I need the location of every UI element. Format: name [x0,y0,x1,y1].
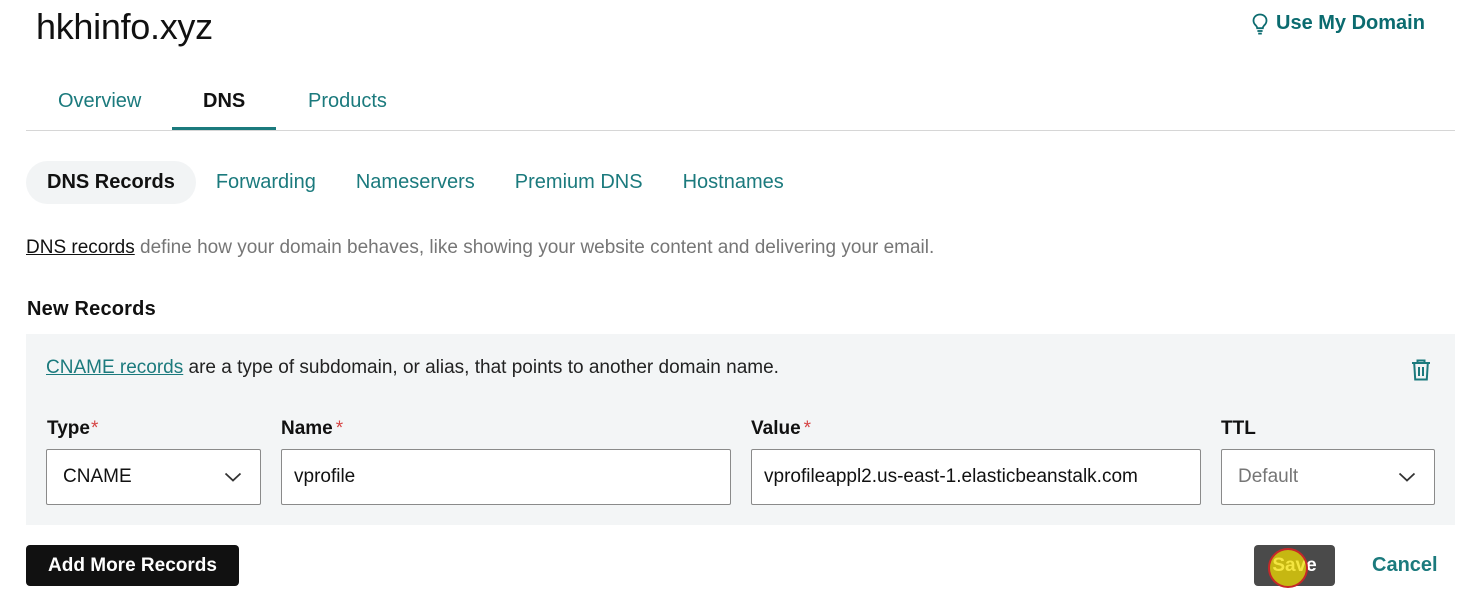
name-input[interactable]: vprofile [281,449,731,505]
tab-dns[interactable]: DNS [203,90,245,113]
main-tabs: Overview DNS Products [26,66,1455,131]
record-description: CNAME records are a type of subdomain, o… [46,357,779,379]
tab-overview[interactable]: Overview [58,90,141,113]
dns-intro-text: DNS records define how your domain behav… [26,237,934,259]
type-select-value: CNAME [63,466,132,487]
page-title: hkhinfo.xyz [36,6,213,47]
type-select[interactable]: CNAME [46,449,261,505]
trash-icon[interactable] [1410,358,1432,387]
value-label-text: Value [751,418,801,439]
type-label: Type* [47,418,98,440]
chevron-down-icon [224,466,242,488]
name-input-value: vprofile [294,466,356,487]
subtab-nameservers[interactable]: Nameservers [336,161,495,204]
save-button[interactable]: Save [1254,545,1335,586]
chevron-down-icon [1398,466,1416,488]
type-label-text: Type [47,418,90,439]
subtab-dns-records[interactable]: DNS Records [26,161,196,204]
active-tab-indicator [172,127,276,130]
new-record-card: CNAME records are a type of subdomain, o… [26,334,1455,525]
add-more-records-button[interactable]: Add More Records [26,545,239,586]
dns-page: hkhinfo.xyz Use My Domain Overview DNS P… [0,0,1460,597]
dns-sub-tabs: DNS Records Forwarding Nameservers Premi… [26,161,804,204]
ttl-label: TTL [1221,418,1256,439]
value-input[interactable]: vprofileappl2.us-east-1.elasticbeanstalk… [751,449,1201,505]
use-my-domain-link[interactable]: Use My Domain [1252,12,1425,35]
record-description-text: are a type of subdomain, or alias, that … [183,357,779,378]
value-input-value: vprofileappl2.us-east-1.elasticbeanstalk… [764,466,1138,487]
name-label-text: Name [281,418,333,439]
subtab-hostnames[interactable]: Hostnames [663,161,804,204]
value-label: Value * [751,418,811,440]
name-label: Name * [281,418,343,440]
cname-records-link[interactable]: CNAME records [46,357,183,378]
subtab-forwarding[interactable]: Forwarding [196,161,336,204]
new-records-heading: New Records [27,298,156,320]
ttl-select[interactable]: Default [1221,449,1435,505]
subtab-premium-dns[interactable]: Premium DNS [495,161,663,204]
tab-products[interactable]: Products [308,90,387,113]
dns-records-link[interactable]: DNS records [26,237,135,258]
required-asterisk: * [803,418,812,439]
required-asterisk: * [335,418,344,439]
lightbulb-icon [1252,13,1268,35]
use-my-domain-label: Use My Domain [1276,12,1425,34]
required-asterisk: * [90,418,99,439]
intro-description: define how your domain behaves, like sho… [134,237,935,258]
ttl-select-placeholder: Default [1238,466,1299,487]
cancel-button[interactable]: Cancel [1372,554,1438,577]
